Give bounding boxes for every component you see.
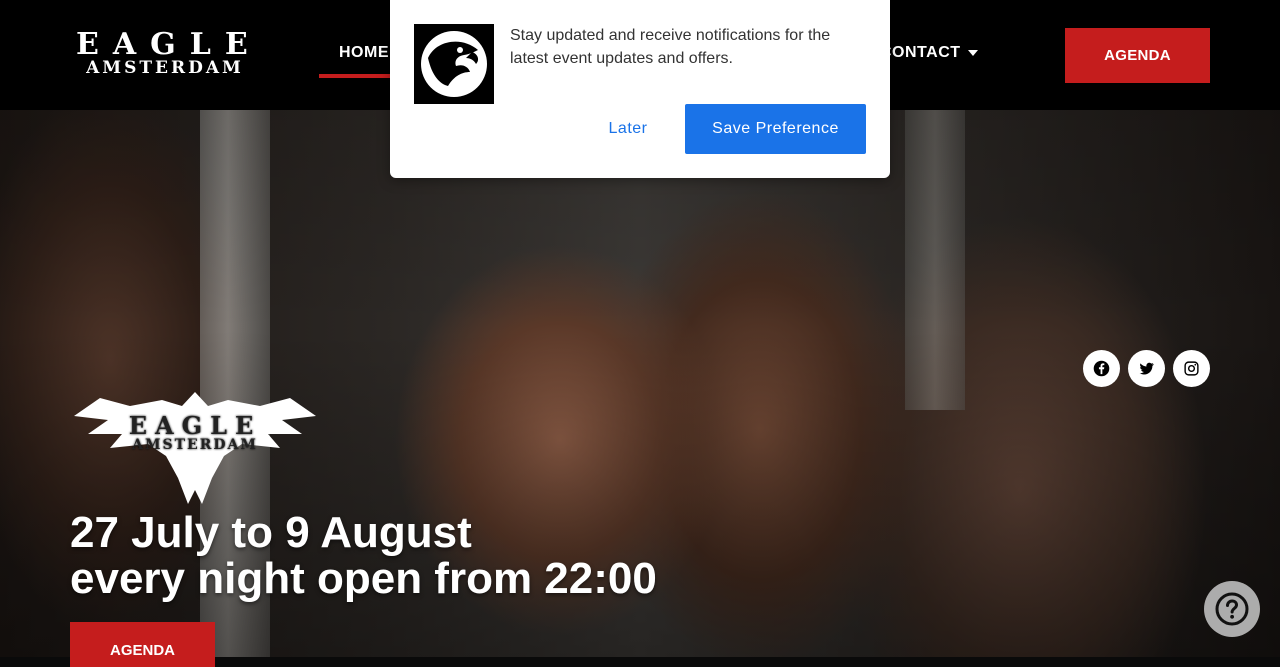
hero-agenda-button[interactable]: AGENDA bbox=[70, 622, 215, 667]
later-button[interactable]: Later bbox=[588, 104, 668, 154]
nav-home[interactable]: HOME bbox=[339, 44, 389, 62]
popup-message: Stay updated and receive notifications f… bbox=[510, 27, 831, 67]
facebook-icon[interactable] bbox=[1083, 350, 1120, 387]
logo-line-2: AMSTERDAM bbox=[86, 58, 244, 78]
save-preference-button[interactable]: Save Preference bbox=[685, 104, 866, 154]
hero-eagle-logo: EAGLE AMSTERDAM bbox=[70, 386, 320, 510]
notification-popup: Stay updated and receive notifications f… bbox=[390, 0, 890, 178]
help-button[interactable] bbox=[1204, 581, 1260, 637]
nav-contact[interactable]: CONTACT bbox=[880, 44, 961, 62]
agenda-button[interactable]: AGENDA bbox=[1065, 28, 1210, 83]
logo-line-1: EAGLE bbox=[76, 27, 262, 62]
hero-logo-line-1: EAGLE bbox=[128, 411, 262, 440]
eagle-head-icon bbox=[414, 24, 494, 104]
chevron-down-icon[interactable] bbox=[968, 50, 978, 56]
site-logo[interactable]: EAGLE AMSTERDAM bbox=[70, 30, 260, 80]
instagram-icon[interactable] bbox=[1173, 350, 1210, 387]
nav-active-indicator bbox=[319, 74, 391, 78]
hero-headline: 27 July to 9 August every night open fro… bbox=[70, 510, 657, 602]
headline-dates: 27 July to 9 August bbox=[70, 508, 472, 557]
headline-hours: every night open from 22:00 bbox=[70, 554, 657, 603]
hero-logo-line-2: AMSTERDAM bbox=[132, 437, 258, 453]
twitter-icon[interactable] bbox=[1128, 350, 1165, 387]
question-icon bbox=[1215, 592, 1249, 626]
